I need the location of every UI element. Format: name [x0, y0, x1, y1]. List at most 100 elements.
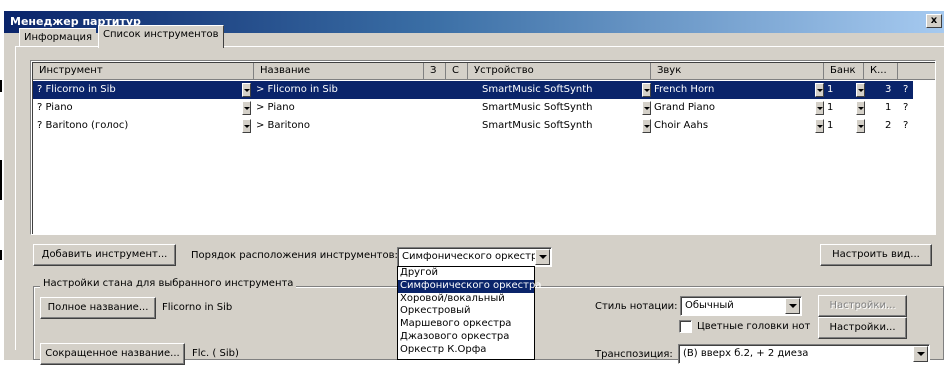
cell-instrument: ? Piano — [37, 102, 73, 113]
full-name-button[interactable]: Полное название... — [40, 297, 156, 319]
cell-sound: French Horn — [654, 84, 715, 95]
background-document-fragment — [0, 160, 2, 200]
column-header-z[interactable]: З — [424, 63, 446, 80]
add-instrument-label: Добавить инструмент... — [41, 249, 168, 260]
column-header-z-label: З — [430, 65, 437, 76]
cell-name: > Flicorno in Sib — [256, 84, 338, 95]
order-option[interactable]: Маршевого оркестра — [398, 318, 534, 331]
close-icon: x — [930, 15, 938, 26]
chevron-down-icon[interactable] — [785, 298, 800, 314]
instrument-list[interactable]: Инструмент Название З С Устройство Звук … — [30, 60, 936, 235]
order-option[interactable]: Оркестровый — [398, 305, 534, 318]
table-row[interactable]: ? Baritono (голос) > Baritono SmartMusic… — [33, 117, 913, 135]
cell-bank: 1 — [827, 84, 834, 95]
column-header-sound-label: Звук — [657, 65, 682, 76]
order-option[interactable]: Симфонического оркестра — [398, 279, 541, 293]
close-button[interactable]: x — [926, 14, 942, 28]
sound-dropdown-arrow[interactable] — [815, 101, 824, 115]
short-name-button-label: Сокращенное название... — [45, 348, 180, 359]
transposition-select[interactable]: (B) вверх б.2, + 2 диеза — [678, 344, 930, 364]
cell-k: 2 — [885, 120, 892, 131]
column-header-instrument[interactable]: Инструмент — [33, 63, 254, 80]
staff-settings-group-title: Настройки стана для выбранного инструмен… — [40, 278, 297, 289]
order-option[interactable]: Другой — [398, 267, 534, 280]
chevron-down-icon[interactable] — [535, 249, 550, 265]
order-select-value: Симфонического оркестра — [402, 251, 544, 262]
cell-sound: Choir Aahs — [654, 120, 709, 131]
cell-device: SmartMusic SoftSynth — [482, 120, 593, 131]
cell-k: 1 — [885, 102, 892, 113]
sound-dropdown-arrow[interactable] — [815, 119, 824, 133]
order-select[interactable]: Симфонического оркестра — [397, 247, 552, 267]
notation-settings-label: Настройки... — [829, 300, 896, 311]
tab-information[interactable]: Информация — [19, 28, 97, 47]
color-heads-settings-label: Настройки... — [829, 322, 896, 333]
configure-view-button[interactable]: Настроить вид... — [820, 244, 932, 266]
order-option[interactable]: Хоровой/вокальный — [398, 293, 534, 306]
full-name-value: Flicorno in Sib — [162, 302, 233, 313]
notation-settings-button[interactable]: Настройки... — [818, 295, 907, 317]
column-header-k-label: К... — [870, 65, 887, 76]
notation-style-value: Обычный — [685, 300, 734, 311]
short-name-button[interactable]: Сокращенное название... — [40, 343, 185, 365]
configure-view-label: Настроить вид... — [832, 249, 920, 260]
instrument-list-body: Инструмент Название З С Устройство Звук … — [32, 62, 935, 234]
order-option[interactable]: Оркестр К.Орфа — [398, 344, 534, 357]
column-header-device-label: Устройство — [474, 65, 534, 76]
notation-style-label: Стиль нотации: — [595, 301, 678, 312]
order-dropdown-list[interactable]: Другой Симфонического оркестра Хоровой/в… — [397, 266, 541, 360]
bank-dropdown-arrow[interactable] — [856, 83, 865, 97]
table-row[interactable]: ? Flicorno in Sib > Flicorno in Sib Smar… — [33, 81, 913, 99]
add-instrument-button[interactable]: Добавить инструмент... — [33, 244, 176, 266]
column-header-bank-label: Банк — [830, 65, 856, 76]
column-header-bank[interactable]: Банк — [824, 63, 864, 80]
color-heads-checkbox[interactable] — [679, 320, 692, 333]
tab-instrument-list-label: Список инструментов — [103, 29, 219, 40]
column-header-sound[interactable]: Звук — [651, 63, 824, 80]
instrument-dropdown-arrow[interactable] — [242, 119, 251, 133]
sound-dropdown-arrow[interactable] — [815, 83, 824, 97]
cell-bank: 1 — [827, 120, 834, 131]
column-header-name-label: Название — [260, 65, 311, 76]
cell-instrument: ? Baritono (голос) — [37, 120, 129, 131]
cell-flag: ? — [903, 120, 909, 131]
background-document-fragment — [0, 80, 2, 92]
color-heads-label: Цветные головки нот — [697, 321, 811, 332]
cell-device: SmartMusic SoftSynth — [482, 84, 593, 95]
cell-instrument: ? Flicorno in Sib — [37, 84, 116, 95]
device-dropdown-arrow[interactable] — [642, 83, 651, 97]
tab-instrument-list[interactable]: Список инструментов — [98, 25, 224, 48]
table-row[interactable]: ? Piano > Piano SmartMusic SoftSynth Gra… — [33, 99, 913, 117]
column-header-k[interactable]: К... — [864, 63, 898, 80]
full-name-button-label: Полное название... — [47, 302, 149, 313]
cell-device: SmartMusic SoftSynth — [482, 102, 593, 113]
order-label: Порядок расположения инструментов: — [191, 250, 398, 261]
column-header-name[interactable]: Название — [254, 63, 424, 80]
cell-name: > Piano — [256, 102, 295, 113]
instrument-dropdown-arrow[interactable] — [242, 101, 251, 115]
device-dropdown-arrow[interactable] — [642, 101, 651, 115]
cell-k: 3 — [885, 84, 892, 95]
cell-sound: Grand Piano — [654, 102, 716, 113]
notation-style-select[interactable]: Обычный — [680, 296, 802, 316]
transposition-label: Транспозиция: — [595, 349, 673, 360]
color-heads-settings-button[interactable]: Настройки... — [818, 317, 907, 339]
short-name-value: Flc. ( Sib) — [192, 348, 239, 359]
cell-name: > Baritono — [256, 120, 310, 131]
device-dropdown-arrow[interactable] — [642, 119, 651, 133]
tab-information-label: Информация — [24, 32, 93, 43]
bank-dropdown-arrow[interactable] — [856, 101, 865, 115]
cell-bank: 1 — [827, 102, 834, 113]
bank-dropdown-arrow[interactable] — [856, 119, 865, 133]
column-header-filler — [898, 63, 935, 80]
instrument-dropdown-arrow[interactable] — [242, 83, 251, 97]
column-header-instrument-label: Инструмент — [39, 65, 103, 76]
cell-flag: ? — [903, 102, 909, 113]
cell-flag: ? — [903, 84, 909, 95]
column-header-c[interactable]: С — [446, 63, 468, 80]
column-header-device[interactable]: Устройство — [468, 63, 651, 80]
order-option[interactable]: Джазового оркестра — [398, 331, 534, 344]
transposition-value: (B) вверх б.2, + 2 диеза — [683, 348, 809, 359]
background-document-fragment — [0, 250, 2, 260]
column-header-c-label: С — [452, 65, 459, 76]
